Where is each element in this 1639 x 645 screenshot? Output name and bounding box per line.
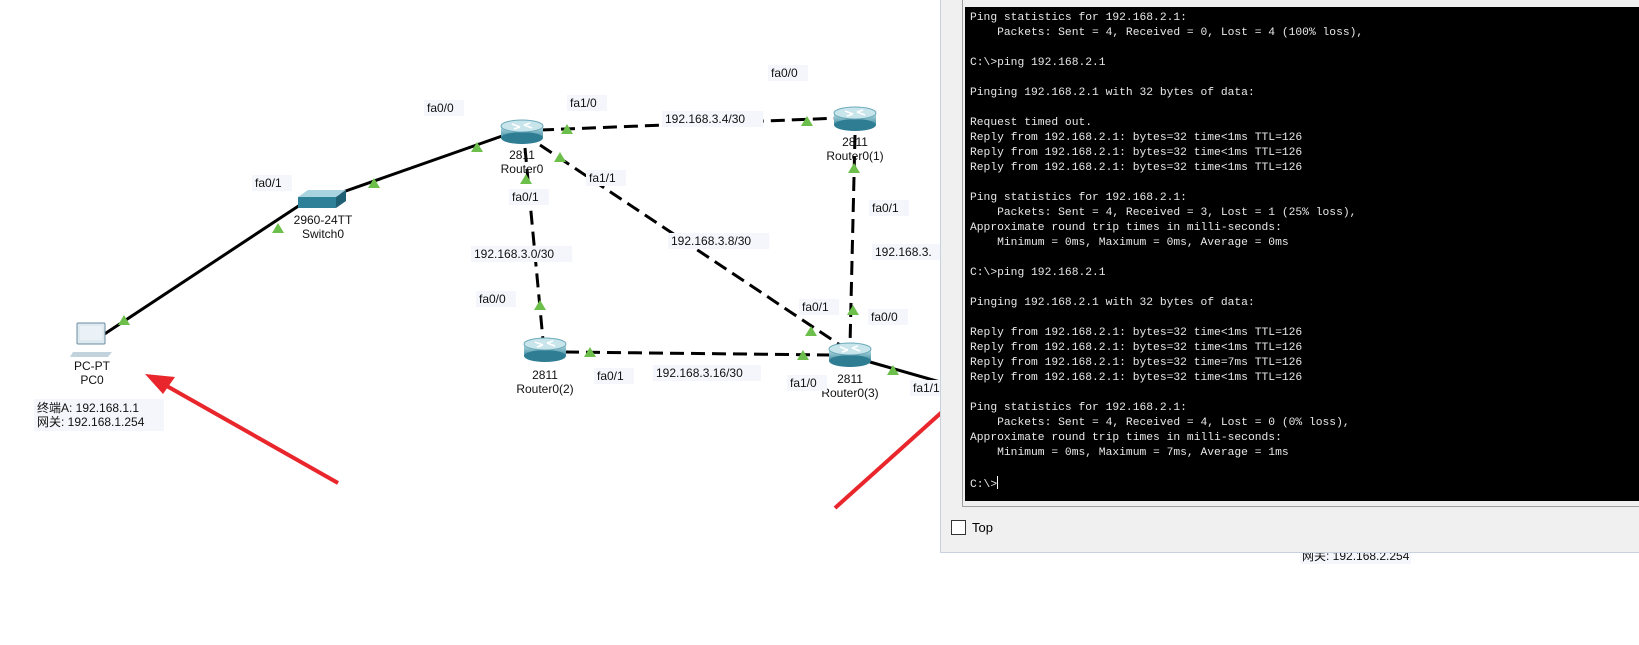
terminal-line: Reply from 192.168.2.1: bytes=32 time<1m… <box>970 132 1303 144</box>
port-label: fa1/1 <box>589 171 616 185</box>
port-label: fa0/0 <box>771 66 798 80</box>
router2-icon[interactable] <box>523 337 567 362</box>
terminal-line: Ping statistics for 192.168.2.1: <box>970 12 1187 24</box>
terminal-line: Packets: Sent = 4, Received = 4, Lost = … <box>970 417 1350 429</box>
link-up-indicator <box>848 163 860 173</box>
link-up-indicator <box>554 152 566 162</box>
link-up-indicator <box>272 223 284 233</box>
top-checkbox-row[interactable]: Top <box>951 520 993 535</box>
terminal-line: Ping statistics for 192.168.2.1: <box>970 192 1187 204</box>
port-label: fa0/0 <box>871 310 898 324</box>
port-label: fa0/1 <box>512 190 539 204</box>
terminal-line: Approximate round trip times in milli-se… <box>970 432 1282 444</box>
link-up-indicator <box>534 300 546 310</box>
pc0-icon[interactable] <box>70 322 112 357</box>
link-up-indicator <box>847 305 859 315</box>
port-label: fa1/0 <box>790 376 817 390</box>
terminal-line: Approximate round trip times in milli-se… <box>970 222 1282 234</box>
link-router2-router3[interactable] <box>564 350 831 357</box>
network-label: 192.168.3.0/30 <box>474 247 554 261</box>
switch0-name: Switch0 <box>302 227 344 241</box>
router3-icon[interactable] <box>828 342 872 367</box>
link-switch0-router0[interactable] <box>339 133 506 195</box>
terminal-line: Reply from 192.168.2.1: bytes=32 time=7m… <box>970 357 1303 369</box>
pc0-command-prompt-window[interactable]: Ping statistics for 192.168.2.1: Packets… <box>940 0 1639 553</box>
port-label: fa0/0 <box>427 101 454 115</box>
pc0-name: PC0 <box>80 373 104 387</box>
network-label: 192.168.3.16/30 <box>656 366 743 380</box>
terminal-line: Packets: Sent = 4, Received = 0, Lost = … <box>970 27 1364 39</box>
router2-model: 2811 <box>532 368 558 382</box>
port-label: fa0/1 <box>597 369 624 383</box>
terminal-line: Reply from 192.168.2.1: bytes=32 time<1m… <box>970 372 1303 384</box>
switch0-model: 2960-24TT <box>294 213 353 227</box>
terminal-line: C:\>ping 192.168.2.1 <box>970 267 1106 279</box>
network-label: 192.168.3. <box>875 245 932 259</box>
port-label: fa1/1 <box>913 381 940 395</box>
terminal-line: Ping statistics for 192.168.2.1: <box>970 402 1187 414</box>
link-up-indicator <box>805 326 817 336</box>
pc0-gateway-note: 网关: 192.168.1.254 <box>37 415 145 429</box>
terminal-line: Minimum = 0ms, Maximum = 0ms, Average = … <box>970 237 1289 249</box>
router0-name: Router0 <box>501 162 544 176</box>
top-checkbox[interactable] <box>951 520 966 535</box>
terminal-line: C:\>ping 192.168.2.1 <box>970 57 1106 69</box>
terminal-line: Pinging 192.168.2.1 with 32 bytes of dat… <box>970 87 1255 99</box>
link-pc0-switch0[interactable] <box>102 203 301 337</box>
router1-icon[interactable] <box>833 106 877 131</box>
pc0-model: PC-PT <box>74 359 111 373</box>
port-label: fa0/1 <box>802 300 829 314</box>
router1-name: Router0(1) <box>826 149 883 163</box>
router2-name: Router0(2) <box>516 382 573 396</box>
network-label: 192.168.3.4/30 <box>665 112 745 126</box>
terminal-frame: Ping statistics for 192.168.2.1: Packets… <box>962 0 1639 507</box>
terminal-line: C:\> <box>970 476 1639 491</box>
terminal-line: Pinging 192.168.2.1 with 32 bytes of dat… <box>970 297 1255 309</box>
text-cursor <box>997 476 999 489</box>
port-label: fa0/1 <box>872 201 899 215</box>
terminal-line: Reply from 192.168.2.1: bytes=32 time<1m… <box>970 162 1303 174</box>
switch0-icon[interactable] <box>298 190 346 208</box>
port-label: fa1/0 <box>570 96 597 110</box>
router1-model: 2811 <box>842 135 868 149</box>
command-prompt-terminal[interactable]: Ping statistics for 192.168.2.1: Packets… <box>965 7 1639 501</box>
router3-model: 2811 <box>837 372 863 386</box>
terminal-line: Minimum = 0ms, Maximum = 7ms, Average = … <box>970 447 1289 459</box>
router0-icon[interactable] <box>500 119 544 144</box>
terminal-line: Reply from 192.168.2.1: bytes=32 time<1m… <box>970 342 1303 354</box>
network-label: 192.168.3.8/30 <box>671 234 751 248</box>
annotation-arrow-left <box>145 374 339 485</box>
terminal-line: Reply from 192.168.2.1: bytes=32 time<1m… <box>970 327 1303 339</box>
link-router0-router2[interactable] <box>523 147 545 341</box>
terminal-line: Reply from 192.168.2.1: bytes=32 time<1m… <box>970 147 1303 159</box>
terminal-line: Packets: Sent = 4, Received = 3, Lost = … <box>970 207 1357 219</box>
router3-name: Router0(3) <box>821 386 878 400</box>
router0-model: 2811 <box>509 148 535 162</box>
terminal-line: Request timed out. <box>970 117 1093 129</box>
port-label: fa0/1 <box>255 176 282 190</box>
link-up-indicator <box>801 116 813 126</box>
top-checkbox-label: Top <box>972 520 993 535</box>
link-router3-right[interactable] <box>869 360 941 384</box>
pc0-ip-note: 终端A: 192.168.1.1 <box>37 400 139 415</box>
port-label: fa0/0 <box>479 292 506 306</box>
